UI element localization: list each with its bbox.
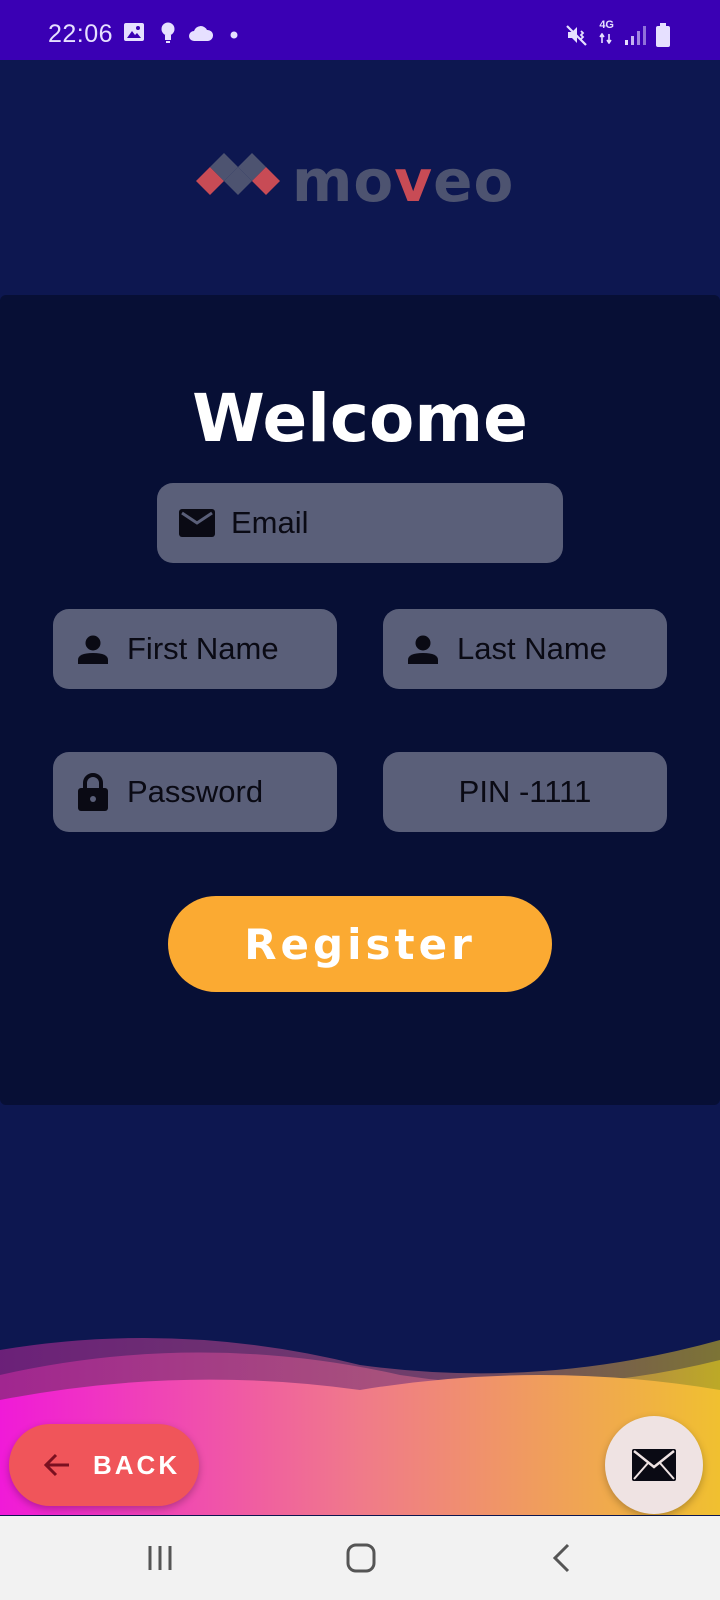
back-nav-button[interactable] [540,1536,584,1580]
signal-icon [625,25,646,45]
recent-apps-icon [148,1546,172,1570]
first-name-field[interactable]: First Name [53,609,337,689]
mute-vibrate-icon [566,24,588,46]
pin-placeholder: PIN -1111 [458,774,592,809]
lock-icon [73,772,113,812]
cloud-icon [189,26,214,41]
email-icon [177,503,217,543]
person-icon [73,629,113,669]
logo-wordmark: moveo [292,147,514,215]
mail-fab-button[interactable] [605,1416,703,1514]
first-name-placeholder: First Name [127,631,279,666]
logo-text-accent: v [394,147,434,215]
password-placeholder: Password [127,774,264,809]
back-button[interactable]: BACK [9,1424,199,1506]
person-icon [403,629,443,669]
logo-text-end: eo [433,147,515,215]
password-field[interactable]: Password [53,752,337,832]
back-label: BACK [93,1449,181,1480]
pin-field[interactable]: PIN -1111 [383,752,667,832]
home-icon [346,1543,376,1573]
status-time: 22:06 [48,20,114,48]
welcome-title: Welcome [192,380,528,457]
email-field[interactable]: Email [157,483,563,563]
logo-diamonds-icon [196,153,280,195]
bulb-icon [161,22,175,43]
last-name-placeholder: Last Name [457,631,607,666]
register-button[interactable]: Register [168,896,552,992]
network-4g-icon: 4G [599,20,614,49]
system-nav-bar [0,1516,720,1600]
email-placeholder: Email [231,505,309,540]
back-nav-icon [552,1543,570,1573]
envelope-icon [632,1449,676,1481]
home-button[interactable] [339,1536,383,1580]
dot-icon [230,31,238,39]
last-name-field[interactable]: Last Name [383,609,667,689]
battery-icon [656,22,670,47]
status-right-icons: 4G [565,20,670,49]
logo-text-start: mo [292,147,395,215]
image-icon [124,23,144,41]
recent-apps-button[interactable] [138,1536,182,1580]
moveo-logo: moveo [196,147,536,215]
status-bar: 22:06 4G [0,0,720,60]
data-arrows-icon [599,32,612,45]
arrow-left-icon [43,1453,69,1477]
